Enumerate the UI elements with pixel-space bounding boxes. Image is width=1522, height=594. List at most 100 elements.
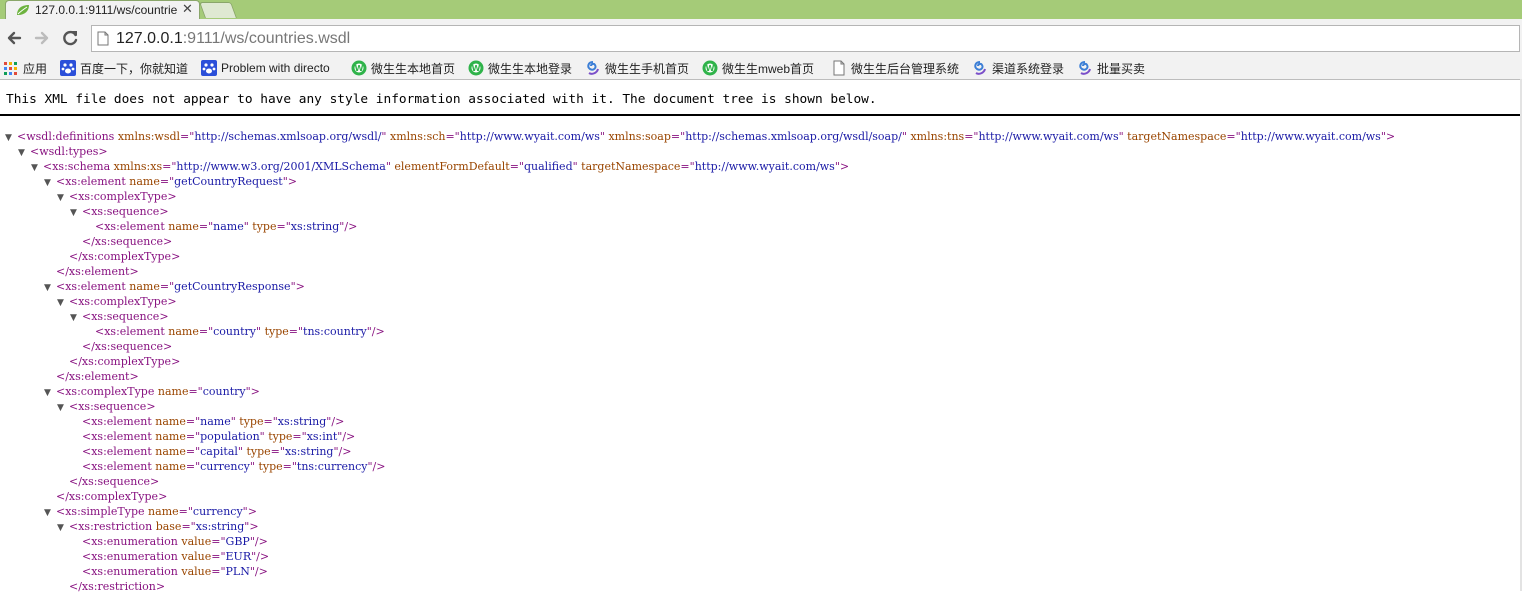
back-arrow-icon[interactable] [3, 27, 25, 49]
browser-tab[interactable]: 127.0.0.1:9111/ws/countries.wsdl ✕ [5, 0, 200, 19]
bookmark-apps[interactable]: 应用 [3, 59, 51, 77]
xml-tag: <xs:sequence> [69, 400, 156, 413]
xml-tag: <xs:element [95, 220, 165, 233]
spring-leaf-icon [17, 5, 29, 15]
url-path: :9111/ws/countries.wsdl [182, 30, 351, 47]
xml-line: <xs:element name="name" type="xs:string"… [0, 414, 1522, 429]
xml-tag: "/> [366, 325, 385, 338]
xml-line: ▼ <xs:element name="getCountryResponse"> [0, 279, 1522, 294]
xml-attr-name: name [157, 385, 189, 398]
url-host: 127.0.0.1 [116, 30, 183, 47]
xml-attr-value: tns:currency [296, 460, 368, 473]
xml-line: ▼ <wsdl:definitions xmlns:wsdl="http://sc… [0, 129, 1522, 144]
xml-tag: =" [162, 160, 177, 173]
wsc-logo-icon: W [702, 60, 718, 76]
bookmark-bulk-trade[interactable]: 批量买卖 [1077, 59, 1151, 77]
xml-tag: "/> [251, 550, 270, 563]
bookmark-wsc-local-login[interactable]: W 微生生本地登录 [468, 59, 576, 77]
xml-attr-name: xmlns:tns [910, 130, 965, 143]
xml-tag: "/> [339, 220, 358, 233]
xml-attr-value: EUR [225, 550, 252, 563]
bookmark-label: 应用 [23, 61, 48, 76]
bookmark-problem-with-directory[interactable]: Problem with directo [201, 59, 339, 77]
xml-attr-value: xs:int [306, 430, 338, 443]
xml-attr-name: type [268, 430, 293, 443]
xml-tag: </xs:complexType> [69, 355, 181, 368]
svg-text:W: W [472, 64, 481, 73]
xml-line: <xs:element name="population" type="xs:i… [0, 429, 1522, 444]
xml-tag: "> [834, 160, 850, 173]
xml-attr-value: http://www.wyait.com/ws [694, 160, 835, 173]
xml-tag: =" [181, 520, 196, 533]
xml-attr-value: getCountryRequest [174, 175, 283, 188]
xml-attr-name: type [264, 325, 289, 338]
xml-attr-value: currency [200, 460, 250, 473]
xml-tag: "> [282, 175, 297, 188]
xml-tag: =" [263, 415, 278, 428]
close-tab-icon[interactable]: ✕ [182, 2, 193, 17]
xml-line: <xs:enumeration value="PLN"/> [0, 564, 1522, 579]
xml-tag: "/> [337, 430, 356, 443]
xml-attr-name: name [148, 505, 179, 518]
xml-tag: </xs:complexType> [56, 490, 168, 503]
xml-attr-name: value [181, 535, 212, 548]
xml-attr-name: name [155, 415, 186, 428]
xml-tag: =" [211, 550, 226, 563]
xml-line: ▼ <wsdl:types> [0, 144, 1522, 159]
xml-attr-value: capital [200, 445, 238, 458]
reload-icon[interactable] [59, 27, 81, 49]
xml-attr-value: name [200, 415, 231, 428]
xml-attr-name: type [252, 220, 277, 233]
baidu-paw-icon [60, 60, 76, 76]
bookmark-wsc-mobile-home[interactable]: 微生生手机首页 [585, 59, 693, 77]
xml-tag: =" [276, 220, 291, 233]
xml-line: </xs:restriction> [0, 579, 1522, 594]
xml-line: ▼ <xs:element name="getCountryRequest"> [0, 174, 1522, 189]
baidu-paw-icon [201, 60, 217, 76]
address-bar[interactable]: 127.0.0.1:9111/ws/countries.wsdl [91, 25, 1520, 52]
xml-attr-value: population [200, 430, 260, 443]
swirl-icon [585, 60, 601, 76]
xml-tag: <xs:element [82, 445, 152, 458]
xml-tag: <xs:element [95, 325, 165, 338]
xml-attr-name: base [155, 520, 182, 533]
xml-attr-value: currency [192, 505, 243, 518]
xml-attr-value: qualified [524, 160, 573, 173]
xml-attr-name: xmlns:soap [608, 130, 671, 143]
xml-tag: =" [1226, 130, 1241, 143]
xml-tag: =" [292, 430, 307, 443]
xml-attr-name: value [181, 550, 212, 563]
xml-attr-value: http://schemas.xmlsoap.org/wsdl/ [194, 130, 382, 143]
xml-tag: <xs:sequence> [82, 205, 169, 218]
bookmark-label: 微生生mweb首页 [722, 61, 815, 76]
xml-attr-value: country [202, 385, 246, 398]
bookmark-wsc-local-home[interactable]: W 微生生本地首页 [351, 59, 459, 77]
new-tab-button[interactable] [199, 2, 237, 18]
xml-line: ▼ <xs:complexType> [0, 189, 1522, 204]
bookmark-wsc-mweb-home[interactable]: W 微生生mweb首页 [702, 59, 822, 77]
toolbar: 127.0.0.1:9111/ws/countries.wsdl [0, 19, 1522, 57]
xml-attr-value: tns:country [303, 325, 367, 338]
xml-line: </xs:element> [0, 369, 1522, 384]
xml-attr-name: targetNamespace [581, 160, 681, 173]
xml-line: ▼ <xs:complexType name="country"> [0, 384, 1522, 399]
bookmark-label: 微生生本地登录 [488, 61, 573, 76]
forward-arrow-icon[interactable] [31, 27, 53, 49]
xml-attr-value: name [213, 220, 244, 233]
xml-tag: =" [159, 280, 175, 293]
xml-tag: </xs:complexType> [69, 250, 181, 263]
xml-attr-name: type [246, 445, 271, 458]
xml-tag: </xs:element> [56, 265, 139, 278]
xml-notice: This XML file does not appear to have an… [6, 92, 877, 107]
bookmark-wsc-admin[interactable]: 微生生后台管理系统 [831, 59, 965, 77]
xml-tag: "> [245, 385, 260, 398]
bookmark-baidu[interactable]: 百度一下，你就知道 [60, 59, 194, 77]
xml-tag: "> [290, 280, 305, 293]
xml-attr-value: xs:string [290, 220, 340, 233]
xml-attr-value: xs:string [277, 415, 327, 428]
xml-tag: <wsdl:types> [30, 145, 108, 158]
bookmark-channel-login[interactable]: 渠道系统登录 [972, 59, 1070, 77]
xml-attr-value: xs:string [284, 445, 334, 458]
xml-tag: <xs:element [82, 460, 152, 473]
xml-attr-name: elementFormDefault [394, 160, 510, 173]
